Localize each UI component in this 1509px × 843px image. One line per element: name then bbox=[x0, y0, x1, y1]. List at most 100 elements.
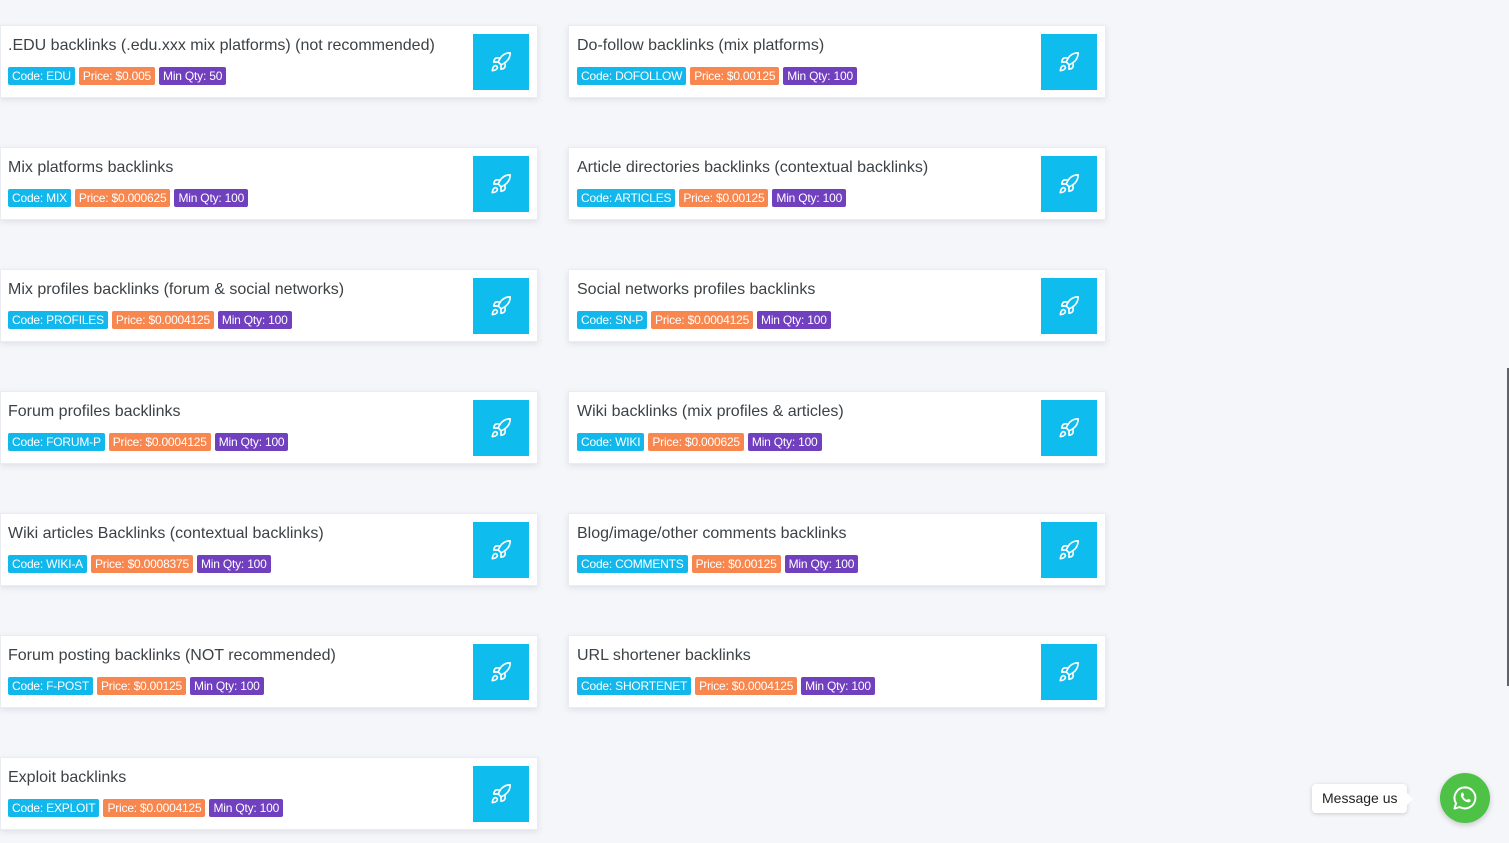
code-badge: Code: SN-P bbox=[577, 311, 648, 329]
service-title: Article directories backlinks (contextua… bbox=[577, 159, 929, 176]
service-badges: Code: SHORTENET Price: $0.0004125 Min Qt… bbox=[577, 677, 875, 695]
min-qty-badge: Min Qty: 100 bbox=[217, 311, 292, 329]
service-card: Wiki backlinks (mix profiles & articles)… bbox=[568, 391, 1106, 464]
service-badges: Code: WIKI Price: $0.000625 Min Qty: 100 bbox=[577, 433, 822, 451]
service-badges: Code: DOFOLLOW Price: $0.00125 Min Qty: … bbox=[577, 67, 857, 85]
service-card: Social networks profiles backlinks Code:… bbox=[568, 269, 1106, 342]
service-card: Forum posting backlinks (NOT recommended… bbox=[0, 635, 538, 708]
service-badges: Code: ARTICLES Price: $0.00125 Min Qty: … bbox=[577, 189, 847, 207]
rocket-icon bbox=[491, 540, 511, 560]
whatsapp-icon bbox=[1453, 786, 1477, 810]
service-card: Mix platforms backlinks Code: MIX Price:… bbox=[0, 147, 538, 220]
price-badge: Price: $0.0004125 bbox=[108, 433, 211, 451]
rocket-icon bbox=[1059, 418, 1079, 438]
order-button[interactable] bbox=[1041, 644, 1097, 700]
min-qty-badge: Min Qty: 100 bbox=[784, 555, 859, 573]
code-badge: Code: COMMENTS bbox=[577, 555, 688, 573]
price-badge: Price: $0.00125 bbox=[691, 555, 781, 573]
order-button[interactable] bbox=[473, 34, 529, 90]
code-badge: Code: PROFILES bbox=[8, 311, 108, 329]
service-title: Forum profiles backlinks bbox=[8, 403, 181, 420]
min-qty-badge: Min Qty: 100 bbox=[174, 189, 249, 207]
rocket-icon bbox=[1059, 540, 1079, 560]
code-badge: Code: MIX bbox=[8, 189, 71, 207]
code-badge: Code: F-POST bbox=[8, 677, 93, 695]
service-card: Forum profiles backlinks Code: FORUM-P P… bbox=[0, 391, 538, 464]
order-button[interactable] bbox=[473, 522, 529, 578]
order-button[interactable] bbox=[1041, 34, 1097, 90]
service-title: Forum posting backlinks (NOT recommended… bbox=[8, 647, 336, 664]
code-badge: Code: DOFOLLOW bbox=[577, 67, 687, 85]
price-badge: Price: $0.00125 bbox=[679, 189, 769, 207]
service-title: Wiki articles Backlinks (contextual back… bbox=[8, 525, 324, 542]
rocket-icon bbox=[491, 296, 511, 316]
order-button[interactable] bbox=[1041, 400, 1097, 456]
rocket-icon bbox=[491, 174, 511, 194]
service-badges: Code: FORUM-P Price: $0.0004125 Min Qty:… bbox=[8, 433, 289, 451]
price-badge: Price: $0.00125 bbox=[690, 67, 780, 85]
price-badge: Price: $0.0004125 bbox=[651, 311, 754, 329]
order-button[interactable] bbox=[473, 644, 529, 700]
service-card: URL shortener backlinks Code: SHORTENET … bbox=[568, 635, 1106, 708]
order-button[interactable] bbox=[1041, 278, 1097, 334]
service-badges: Code: COMMENTS Price: $0.00125 Min Qty: … bbox=[577, 555, 859, 573]
service-badges: Code: EXPLOIT Price: $0.0004125 Min Qty:… bbox=[8, 799, 284, 817]
rocket-icon bbox=[1059, 174, 1079, 194]
rocket-icon bbox=[491, 662, 511, 682]
service-title: Exploit backlinks bbox=[8, 769, 127, 786]
price-badge: Price: $0.00125 bbox=[96, 677, 187, 695]
code-badge: Code: WIKI-A bbox=[8, 555, 87, 573]
service-card: Article directories backlinks (contextua… bbox=[568, 147, 1106, 220]
price-badge: Price: $0.0008375 bbox=[90, 555, 193, 573]
min-qty-badge: Min Qty: 100 bbox=[772, 189, 847, 207]
service-badges: Code: F-POST Price: $0.00125 Min Qty: 10… bbox=[8, 677, 264, 695]
service-title: Social networks profiles backlinks bbox=[577, 281, 816, 298]
min-qty-badge: Min Qty: 100 bbox=[214, 433, 289, 451]
service-badges: Code: MIX Price: $0.000625 Min Qty: 100 bbox=[8, 189, 249, 207]
price-badge: Price: $0.0004125 bbox=[111, 311, 214, 329]
service-badges: Code: PROFILES Price: $0.0004125 Min Qty… bbox=[8, 311, 292, 329]
service-card: Exploit backlinks Code: EXPLOIT Price: $… bbox=[0, 757, 538, 830]
rocket-icon bbox=[1059, 52, 1079, 72]
service-badges: Code: EDU Price: $0.005 Min Qty: 50 bbox=[8, 67, 227, 85]
service-card: .EDU backlinks (.edu.xxx mix platforms) … bbox=[0, 25, 538, 98]
order-button[interactable] bbox=[473, 400, 529, 456]
service-title: Do-follow backlinks (mix platforms) bbox=[577, 37, 825, 54]
service-card: Mix profiles backlinks (forum & social n… bbox=[0, 269, 538, 342]
price-badge: Price: $0.0004125 bbox=[103, 799, 206, 817]
rocket-icon bbox=[1059, 296, 1079, 316]
service-title: URL shortener backlinks bbox=[577, 647, 751, 664]
rocket-icon bbox=[491, 418, 511, 438]
price-badge: Price: $0.000625 bbox=[648, 433, 744, 451]
min-qty-badge: Min Qty: 100 bbox=[801, 677, 875, 695]
order-button[interactable] bbox=[473, 278, 529, 334]
code-badge: Code: EDU bbox=[8, 67, 75, 85]
service-title: Mix platforms backlinks bbox=[8, 159, 174, 176]
rocket-icon bbox=[1059, 662, 1079, 682]
service-card: Blog/image/other comments backlinks Code… bbox=[568, 513, 1106, 586]
order-button[interactable] bbox=[473, 156, 529, 212]
code-badge: Code: EXPLOIT bbox=[8, 799, 100, 817]
code-badge: Code: SHORTENET bbox=[577, 677, 692, 695]
whatsapp-chat-button[interactable] bbox=[1440, 773, 1490, 823]
message-us-label[interactable]: Message us bbox=[1312, 784, 1415, 813]
price-badge: Price: $0.005 bbox=[78, 67, 156, 85]
service-title: Mix profiles backlinks (forum & social n… bbox=[8, 281, 345, 298]
service-title: Wiki backlinks (mix profiles & articles) bbox=[577, 403, 844, 420]
code-badge: Code: WIKI bbox=[577, 433, 645, 451]
service-title: Blog/image/other comments backlinks bbox=[577, 525, 847, 542]
rocket-icon bbox=[491, 784, 511, 804]
min-qty-badge: Min Qty: 100 bbox=[196, 555, 271, 573]
price-badge: Price: $0.0004125 bbox=[695, 677, 798, 695]
service-grid: .EDU backlinks (.edu.xxx mix platforms) … bbox=[0, 0, 1509, 843]
order-button[interactable] bbox=[1041, 522, 1097, 578]
min-qty-badge: Min Qty: 100 bbox=[747, 433, 822, 451]
code-badge: Code: FORUM-P bbox=[8, 433, 105, 451]
service-card: Do-follow backlinks (mix platforms) Code… bbox=[568, 25, 1106, 98]
service-card: Wiki articles Backlinks (contextual back… bbox=[0, 513, 538, 586]
code-badge: Code: ARTICLES bbox=[577, 189, 676, 207]
service-title: .EDU backlinks (.edu.xxx mix platforms) … bbox=[8, 37, 435, 54]
order-button[interactable] bbox=[1041, 156, 1097, 212]
min-qty-badge: Min Qty: 100 bbox=[190, 677, 264, 695]
order-button[interactable] bbox=[473, 766, 529, 822]
